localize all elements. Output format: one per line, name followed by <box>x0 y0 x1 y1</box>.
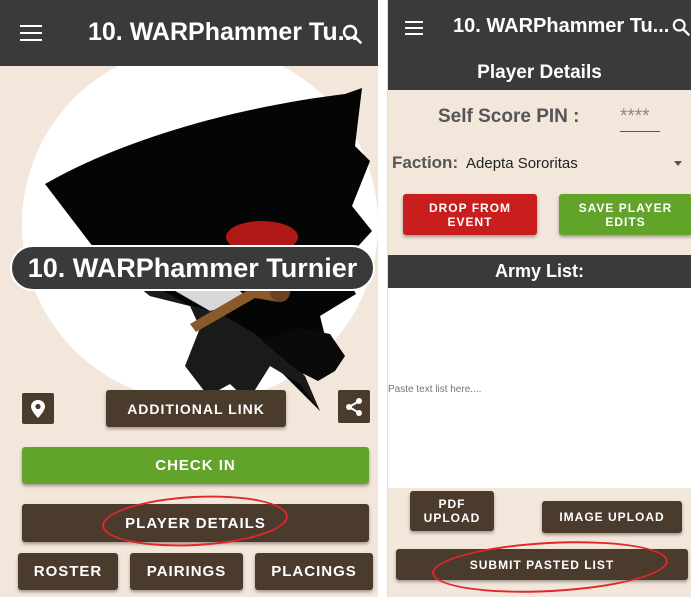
event-title: 10. WARPhammer Turnier <box>27 252 358 283</box>
app-bar-title: 10. WARPhammer Tu... <box>88 18 359 46</box>
additional-link-button[interactable]: ADDITIONAL LINK <box>106 390 286 427</box>
app-bar-title: 10. WARPhammer Tu... <box>453 15 670 37</box>
share-button[interactable] <box>338 390 370 423</box>
event-home-screen: 10. WARPhammer Tu... 10. WARPhammer Turn… <box>0 0 378 597</box>
faction-label: Faction: <box>392 153 459 172</box>
image-upload-button[interactable]: IMAGE UPLOAD <box>542 501 682 533</box>
share-icon <box>346 397 362 416</box>
army-list-textarea[interactable] <box>388 288 691 488</box>
location-pin-icon <box>31 399 45 418</box>
player-details-screen: 10. WARPhammer Tu... Player Details Self… <box>387 0 691 597</box>
location-button[interactable] <box>22 393 54 424</box>
event-title-banner: 10. WARPhammer Turnier <box>10 245 375 291</box>
app-bar: 10. WARPhammer Tu... <box>388 0 691 56</box>
menu-icon[interactable] <box>20 25 42 41</box>
search-icon[interactable] <box>672 18 690 36</box>
player-details-header: Player Details <box>388 56 691 90</box>
pdf-upload-button[interactable]: PDF UPLOAD <box>410 491 494 531</box>
pin-value: **** <box>620 106 650 127</box>
faction-select[interactable]: Adepta Sororitas <box>466 150 688 176</box>
pin-field[interactable]: **** <box>620 104 660 132</box>
app-bar: 10. WARPhammer Tu... <box>0 0 378 66</box>
army-list-header: Army List: <box>388 255 691 288</box>
drop-from-event-button[interactable]: DROP FROM EVENT <box>403 194 537 235</box>
roster-button[interactable]: ROSTER <box>18 553 118 590</box>
menu-icon[interactable] <box>405 21 423 35</box>
search-icon[interactable] <box>342 24 362 44</box>
check-in-button[interactable]: CHECK IN <box>22 447 369 484</box>
save-player-edits-button[interactable]: SAVE PLAYER EDITS <box>559 194 691 235</box>
faction-value: Adepta Sororitas <box>466 155 578 172</box>
pin-label: Self Score PIN : <box>438 106 580 127</box>
player-details-title: Player Details <box>477 62 602 83</box>
submit-pasted-list-button[interactable]: SUBMIT PASTED LIST <box>396 549 688 580</box>
pairings-button[interactable]: PAIRINGS <box>130 553 243 590</box>
army-list-title: Army List: <box>494 261 584 281</box>
dropdown-arrow-icon <box>674 161 682 166</box>
placings-button[interactable]: PLACINGS <box>255 553 373 590</box>
player-details-form: Self Score PIN : **** Faction: Adepta So… <box>388 90 691 255</box>
player-details-button[interactable]: PLAYER DETAILS <box>22 504 369 542</box>
